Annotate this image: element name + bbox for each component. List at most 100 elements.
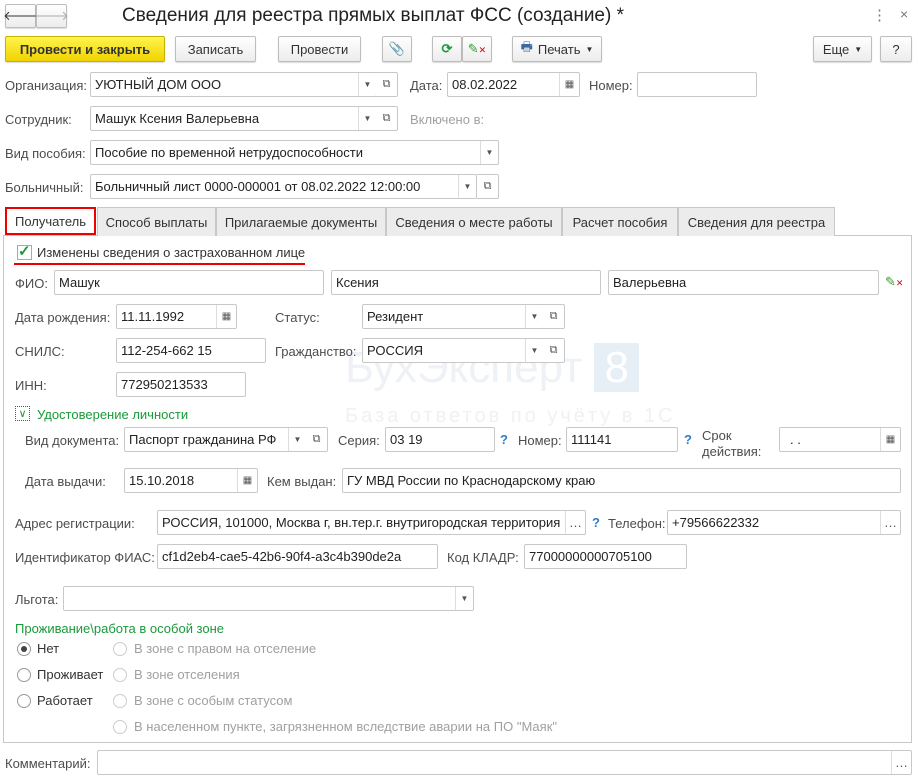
inn-field[interactable]: 772950213533	[116, 372, 246, 397]
post-and-close-button[interactable]: Провести и закрыть	[5, 36, 165, 62]
sick-leave-label: Больничный:	[5, 180, 84, 195]
last-name-field[interactable]: Машук	[54, 270, 324, 295]
help-icon[interactable]: ?	[684, 432, 692, 447]
changed-checkbox[interactable]: ✓	[17, 244, 32, 260]
edit-fio-icon[interactable]: ✎✕	[885, 274, 903, 290]
employee-field[interactable]: Машук Ксения Валерьевна ▼	[90, 106, 377, 131]
refresh-icon: ⟳	[441, 41, 453, 56]
benefit-label: Льгота:	[15, 592, 59, 607]
radio-zone-type[interactable]	[113, 642, 127, 656]
open-icon[interactable]: ⧉	[376, 106, 398, 131]
help-button[interactable]: ?	[880, 36, 912, 62]
kladr-field[interactable]: 77000000000705100	[524, 544, 687, 569]
close-button[interactable]: ×	[900, 6, 908, 22]
ellipsis-icon[interactable]: …	[891, 751, 911, 774]
radio-zone-none[interactable]	[17, 642, 31, 656]
address-value: РОССИЯ, 101000, Москва г, вн.тер.г. внут…	[162, 515, 561, 530]
radio-zone-lives[interactable]	[17, 668, 31, 682]
doc-type-field[interactable]: Паспорт гражданина РФ ▼	[124, 427, 307, 452]
clear-edit-button[interactable]: ✎✕	[462, 36, 492, 62]
calendar-icon[interactable]: ▦	[237, 469, 257, 492]
birth-value: 11.11.1992	[121, 309, 185, 324]
more-button[interactable]: Еще ▼	[813, 36, 872, 62]
citizenship-field[interactable]: РОССИЯ ▼	[362, 338, 544, 363]
radio-zone-type[interactable]	[113, 694, 127, 708]
pen-cross-icon: ✎✕	[467, 41, 487, 56]
tab-registry-info[interactable]: Сведения для реестра	[678, 207, 835, 236]
open-icon[interactable]: ⧉	[543, 338, 565, 363]
help-icon[interactable]: ?	[592, 515, 600, 530]
chevron-down-icon[interactable]: ▼	[288, 428, 306, 451]
comment-label: Комментарий:	[5, 756, 91, 771]
chevron-down-icon[interactable]: ▼	[458, 175, 476, 198]
employee-value: Машук Ксения Валерьевна	[95, 111, 260, 126]
first-name-field[interactable]: Ксения	[331, 270, 601, 295]
org-field[interactable]: УЮТНЫЙ ДОМ ООО ▼	[90, 72, 377, 97]
chevron-down-icon[interactable]: ▼	[358, 107, 376, 130]
doc-number-field[interactable]: 111141	[566, 427, 678, 452]
radio-label: В населенном пункте, загрязненном вследс…	[134, 719, 557, 734]
tab-attached-docs[interactable]: Прилагаемые документы	[216, 207, 386, 236]
calendar-icon[interactable]: ▦	[559, 73, 579, 96]
tab-payment-method[interactable]: Способ выплаты	[97, 207, 216, 236]
open-icon[interactable]: ⧉	[543, 304, 565, 329]
benefit-field[interactable]: ▼	[63, 586, 474, 611]
validity-field[interactable]: . . ▦	[779, 427, 901, 452]
kladr-label: Код КЛАДР:	[447, 550, 519, 565]
print-label: Печать	[537, 41, 581, 57]
issue-date-value: 15.10.2018	[129, 473, 195, 488]
snils-field[interactable]: 112-254-662 15	[116, 338, 266, 363]
forward-button[interactable]: 🡒	[34, 4, 69, 28]
chevron-down-icon[interactable]: ▼	[525, 339, 543, 362]
chevron-down-icon[interactable]: ▼	[455, 587, 473, 610]
employee-label: Сотрудник:	[5, 112, 72, 127]
issue-date-field[interactable]: 15.10.2018 ▦	[124, 468, 258, 493]
calendar-icon[interactable]: ▦	[880, 428, 900, 451]
calendar-icon[interactable]: ▦	[216, 305, 236, 328]
comment-field[interactable]: …	[97, 750, 912, 775]
tab-workplace[interactable]: Сведения о месте работы	[386, 207, 562, 236]
issued-by-field[interactable]: ГУ МВД России по Краснодарскому краю	[342, 468, 901, 493]
chevron-down-icon[interactable]: ▼	[358, 73, 376, 96]
chevron-down-icon[interactable]: ▼	[480, 141, 498, 164]
date-field[interactable]: 08.02.2022 ▦	[447, 72, 580, 97]
birth-field[interactable]: 11.11.1992 ▦	[116, 304, 237, 329]
series-field[interactable]: 03 19	[385, 427, 495, 452]
org-label: Организация:	[5, 78, 88, 93]
doc-number-label: Номер:	[518, 433, 562, 448]
status-field[interactable]: Резидент ▼	[362, 304, 544, 329]
open-icon[interactable]: ⧉	[477, 174, 499, 199]
help-icon[interactable]: ?	[500, 432, 508, 447]
inn-value: 772950213533	[121, 377, 208, 392]
tab-benefit-calc[interactable]: Расчет пособия	[562, 207, 678, 236]
chevron-down-icon[interactable]: ▼	[525, 305, 543, 328]
radio-zone-type[interactable]	[113, 668, 127, 682]
tab-recipient[interactable]: Получатель	[5, 207, 96, 235]
post-button[interactable]: Провести	[278, 36, 361, 62]
benefit-type-field[interactable]: Пособие по временной нетрудоспособности ▼	[90, 140, 499, 165]
save-button[interactable]: Записать	[175, 36, 256, 62]
id-group-title[interactable]: Удостоверение личности	[37, 407, 188, 422]
open-icon[interactable]: ⧉	[376, 72, 398, 97]
fias-field[interactable]: cf1d2eb4-cae5-42b6-90f4-a3c4b390de2a	[157, 544, 438, 569]
kebab-icon[interactable]: ⋮	[872, 6, 887, 24]
attach-button[interactable]: 📎	[382, 36, 412, 62]
phone-field[interactable]: +79566622332…	[667, 510, 901, 535]
benefit-type-label: Вид пособия:	[5, 146, 86, 161]
radio-zone-type[interactable]	[113, 720, 127, 734]
radio-zone-works[interactable]	[17, 694, 31, 708]
patronymic-field[interactable]: Валерьевна	[608, 270, 879, 295]
first-name-value: Ксения	[336, 275, 379, 290]
back-button[interactable]: 🡐	[3, 4, 38, 28]
number-field[interactable]	[637, 72, 757, 97]
collapse-toggle-icon[interactable]: ∨	[15, 406, 30, 421]
sick-leave-field[interactable]: Больничный лист 0000-000001 от 08.02.202…	[90, 174, 477, 199]
print-button[interactable]: 🖶 Печать ▼	[512, 36, 602, 62]
ellipsis-icon[interactable]: …	[880, 511, 900, 534]
doc-type-label: Вид документа:	[25, 433, 120, 448]
open-icon[interactable]: ⧉	[306, 427, 328, 452]
address-field[interactable]: РОССИЯ, 101000, Москва г, вн.тер.г. внут…	[157, 510, 586, 535]
ellipsis-icon[interactable]: …	[565, 511, 585, 534]
issue-date-label: Дата выдачи:	[25, 474, 106, 489]
refresh-button[interactable]: ⟳	[432, 36, 462, 62]
